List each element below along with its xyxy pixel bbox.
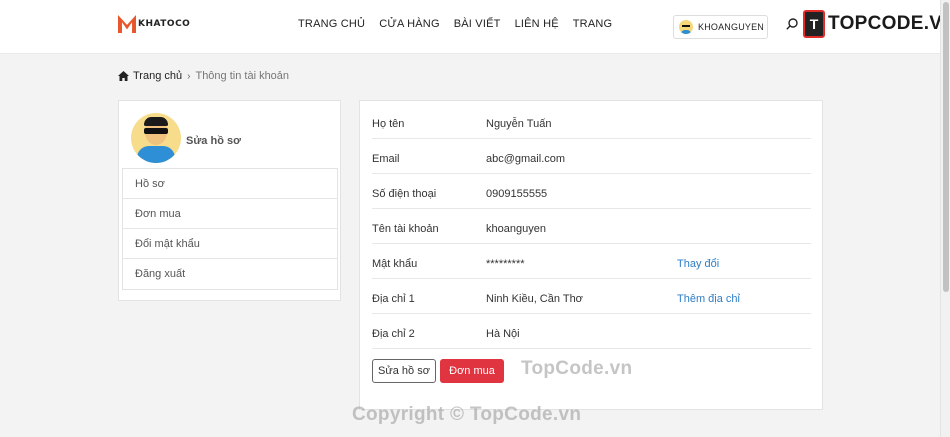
info-label: Tên tài khoản	[372, 223, 439, 235]
brand-watermark: T TOPCODE.VN	[803, 10, 950, 38]
breadcrumb-current: Thông tin tài khoản	[195, 70, 290, 82]
info-value: 0909155555	[486, 188, 548, 200]
info-label: Số điện thoại	[372, 188, 437, 200]
profile-sidebar: Sửa hồ sơ Hồ sơ Đơn mua Đổi mật khẩu Đăn…	[118, 100, 341, 301]
profile-menu: Hồ sơ Đơn mua Đổi mật khẩu Đăng xuất	[122, 168, 338, 290]
site-logo[interactable]: KHATOCO	[118, 15, 190, 33]
avatar	[131, 113, 181, 163]
brand-box-icon: T	[803, 10, 825, 38]
info-row-phone: Số điện thoại 0909155555	[372, 174, 811, 209]
edit-profile-button[interactable]: Sửa hồ sơ	[372, 359, 436, 383]
nav-item-pages[interactable]: TRANG	[573, 18, 613, 30]
info-value: Ninh Kiều, Cần Thơ	[486, 293, 583, 305]
site-header: KHATOCO TRANG CHỦ CỬA HÀNG BÀI VIẾT LIÊN…	[0, 0, 950, 54]
info-row-email: Email abc@gmail.com	[372, 139, 811, 174]
info-value: Hà Nội	[486, 328, 520, 340]
info-value: abc@gmail.com	[486, 153, 566, 165]
info-row-fullname: Họ tên Nguyễn Tuấn	[372, 104, 811, 139]
info-label: Địa chỉ 1	[372, 293, 415, 305]
logo-text: KHATOCO	[138, 19, 191, 29]
info-row-address-2: Địa chỉ 2 Hà Nội	[372, 314, 811, 349]
menu-item-orders[interactable]: Đơn mua	[123, 199, 337, 229]
menu-item-change-password[interactable]: Đổi mật khẩu	[123, 229, 337, 259]
breadcrumb-home-link[interactable]: Trang chủ	[133, 70, 182, 82]
avatar-body	[137, 146, 175, 163]
nav-item-blog[interactable]: BÀI VIẾT	[454, 18, 501, 30]
info-row-password: Mật khẩu ********* Thay đổi	[372, 244, 811, 279]
info-label: Mật khẩu	[372, 258, 418, 270]
info-value: *********	[486, 258, 525, 270]
sunglasses-icon	[144, 128, 168, 134]
scrollbar-thumb[interactable]	[943, 2, 949, 292]
info-row-address-1: Địa chỉ 1 Ninh Kiều, Cần Thơ Thêm địa ch…	[372, 279, 811, 314]
main-nav: TRANG CHỦ CỬA HÀNG BÀI VIẾT LIÊN HỆ TRAN…	[298, 18, 626, 30]
user-name: KHOANGUYEN	[698, 22, 765, 32]
nav-item-shop[interactable]: CỬA HÀNG	[379, 18, 440, 30]
m-logo-icon	[118, 15, 136, 33]
home-icon	[118, 71, 129, 81]
orders-button[interactable]: Đơn mua	[440, 359, 504, 383]
user-avatar-icon	[679, 20, 693, 34]
info-label: Họ tên	[372, 118, 405, 130]
add-address-link[interactable]: Thêm địa chỉ	[677, 293, 740, 305]
watermark-center: TopCode.vn	[521, 358, 633, 379]
info-label: Email	[372, 153, 400, 165]
breadcrumb: Trang chủ › Thông tin tài khoản	[118, 70, 289, 82]
user-menu-button[interactable]: KHOANGUYEN	[673, 15, 768, 39]
info-value: khoanguyen	[486, 223, 546, 235]
menu-item-profile[interactable]: Hồ sơ	[123, 169, 337, 199]
info-value: Nguyễn Tuấn	[486, 118, 552, 130]
change-password-link[interactable]: Thay đổi	[677, 258, 719, 270]
nav-item-contact[interactable]: LIÊN HỆ	[515, 18, 559, 30]
info-row-username: Tên tài khoản khoanguyen	[372, 209, 811, 244]
brand-watermark-text: TOPCODE.VN	[828, 13, 950, 34]
avatar-hair	[144, 117, 168, 126]
menu-item-logout[interactable]: Đăng xuất	[123, 259, 337, 289]
watermark-copyright: Copyright © TopCode.vn	[352, 404, 582, 425]
info-label: Địa chỉ 2	[372, 328, 415, 340]
nav-item-home[interactable]: TRANG CHỦ	[298, 18, 365, 30]
search-icon[interactable]	[786, 18, 798, 30]
chevron-right-icon: ›	[187, 70, 191, 82]
edit-profile-link[interactable]: Sửa hồ sơ	[186, 135, 241, 147]
page-scrollbar[interactable]	[940, 0, 950, 437]
